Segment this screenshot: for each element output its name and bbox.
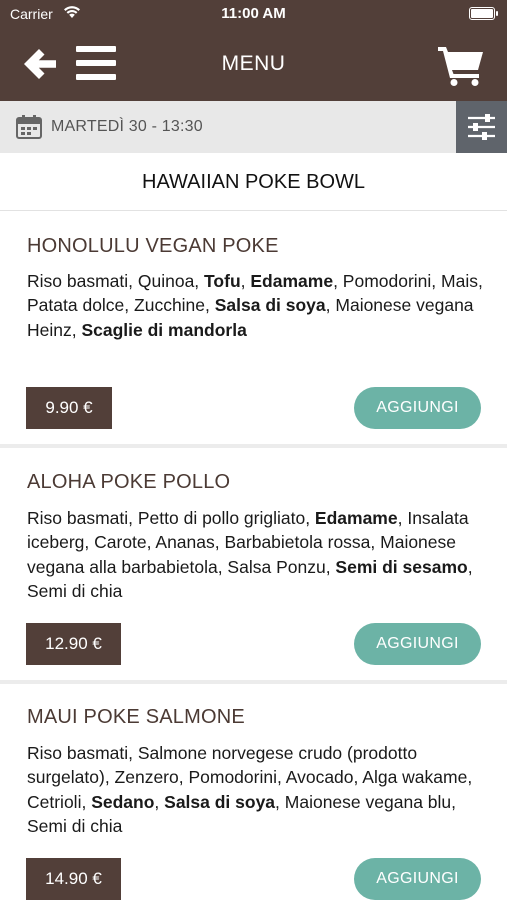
menu-item: MAUI POKE SALMONE Riso basmati, Salmone … (0, 684, 507, 900)
nav-bar: MENU (0, 28, 507, 101)
calendar-icon (16, 115, 42, 139)
highlighted-ingredient: Scaglie di mandorla (81, 319, 247, 340)
ingredient-text: Riso basmati, Quinoa, (27, 271, 205, 291)
date-bar[interactable]: MARTEDÌ 30 - 13:30 (0, 101, 507, 153)
cart-icon[interactable] (437, 44, 485, 86)
back-arrow-icon[interactable] (20, 44, 60, 84)
item-name: MAUI POKE SALMONE (27, 706, 245, 728)
add-to-cart-button[interactable]: AGGIUNGI (354, 623, 481, 665)
price-tag: 9.90 € (26, 387, 112, 429)
item-name: HONOLULU VEGAN POKE (27, 235, 279, 257)
ingredient-text: , (154, 791, 165, 812)
battery-icon (469, 7, 498, 20)
price-tag: 12.90 € (26, 623, 121, 665)
add-to-cart-button[interactable]: AGGIUNGI (354, 387, 481, 429)
ingredient-text: , (240, 271, 251, 291)
price-tag: 14.90 € (26, 858, 121, 900)
item-name: ALOHA POKE POLLO (27, 471, 231, 493)
battery-level (471, 9, 493, 18)
status-bar: Carrier 11:00 AM (0, 0, 507, 28)
highlighted-ingredient: Edamame (250, 271, 334, 291)
top-bar: Carrier 11:00 AM MENU (0, 0, 507, 101)
menu-item: HONOLULU VEGAN POKE Riso basmati, Quinoa… (0, 211, 507, 446)
highlighted-ingredient: Tofu (204, 271, 241, 291)
item-ingredients: Riso basmati, Quinoa, Tofu, Edamame, Pom… (27, 269, 487, 342)
highlighted-ingredient: Salsa di soya (214, 295, 326, 316)
delivery-date-label: MARTEDÌ 30 - 13:30 (51, 118, 203, 135)
highlighted-ingredient: Salsa di soya (164, 791, 276, 812)
add-to-cart-button[interactable]: AGGIUNGI (354, 858, 481, 900)
category-title: HAWAIIAN POKE BOWL (0, 153, 507, 211)
sliders-icon (468, 114, 495, 140)
item-ingredients: Riso basmati, Petto di pollo grigliato, … (27, 506, 487, 603)
filter-button[interactable] (456, 101, 507, 153)
clock: 11:00 AM (221, 5, 286, 22)
highlighted-ingredient: Semi di sesamo (335, 556, 468, 577)
item-ingredients: Riso basmati, Salmone norvegese crudo (p… (27, 741, 487, 838)
highlighted-ingredient: Edamame (314, 508, 398, 528)
hamburger-menu-icon[interactable] (76, 46, 116, 80)
menu-item: ALOHA POKE POLLO Riso basmati, Petto di … (0, 448, 507, 683)
ingredient-text: Riso basmati, Petto di pollo grigliato, (27, 508, 315, 528)
highlighted-ingredient: Sedano (91, 791, 155, 812)
